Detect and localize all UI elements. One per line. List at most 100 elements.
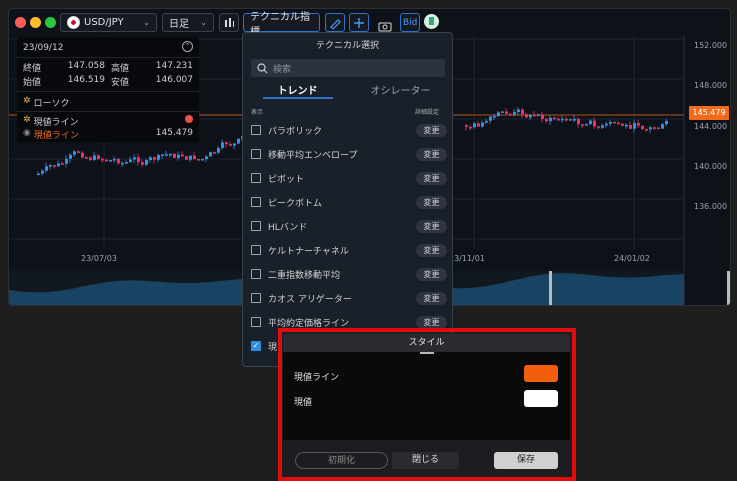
candle[interactable] — [561, 118, 564, 121]
candle[interactable] — [625, 124, 628, 127]
indicator-checkbox[interactable] — [251, 245, 261, 255]
candle[interactable] — [197, 159, 200, 161]
candle[interactable] — [177, 154, 180, 158]
candle[interactable] — [661, 124, 664, 129]
candle[interactable] — [69, 154, 72, 159]
candle[interactable] — [233, 143, 236, 146]
candle[interactable] — [597, 126, 600, 128]
search-input[interactable]: 検索 — [251, 59, 445, 77]
currency-pair-select[interactable]: USD/JPY ⌄ — [60, 13, 157, 32]
candle[interactable] — [161, 154, 164, 156]
candle[interactable] — [169, 153, 172, 156]
candle[interactable] — [581, 124, 584, 126]
minimize-window-icon[interactable] — [30, 17, 41, 28]
candle[interactable] — [469, 126, 472, 129]
candle[interactable] — [213, 152, 216, 154]
change-settings-button[interactable]: 変更 — [416, 171, 447, 185]
change-settings-button[interactable]: 変更 — [416, 219, 447, 233]
candle[interactable] — [205, 156, 208, 160]
candle[interactable] — [629, 124, 632, 129]
candle[interactable] — [593, 120, 596, 127]
candle[interactable] — [601, 125, 604, 128]
candle[interactable] — [545, 118, 548, 122]
candle[interactable] — [165, 154, 168, 156]
candle[interactable] — [221, 142, 224, 149]
candle[interactable] — [237, 138, 240, 144]
candle[interactable] — [541, 114, 544, 119]
indicator-checkbox[interactable] — [251, 125, 261, 135]
indicator-checkbox[interactable]: ✓ — [251, 341, 261, 351]
candle[interactable] — [505, 111, 508, 114]
indicator-item[interactable]: ピボット 変更 — [251, 167, 447, 189]
maximize-window-icon[interactable] — [45, 17, 56, 28]
candle[interactable] — [501, 111, 504, 113]
close-button[interactable]: 閉じる — [392, 452, 459, 469]
indicator-checkbox[interactable] — [251, 293, 261, 303]
candle[interactable] — [465, 125, 468, 127]
indicator-checkbox[interactable] — [251, 173, 261, 183]
candle[interactable] — [653, 127, 656, 129]
candle[interactable] — [513, 112, 516, 115]
technical-indicator-button[interactable]: テクニカル指標 — [243, 12, 320, 38]
indicator-item[interactable]: 二重指数移動平均 変更 — [251, 263, 447, 285]
indicator-checkbox[interactable] — [251, 149, 261, 159]
candle[interactable] — [585, 124, 588, 126]
current-line-row[interactable]: ✲ 現値ライン — [23, 115, 193, 128]
candle[interactable] — [153, 157, 156, 160]
candle[interactable] — [617, 122, 620, 125]
candle[interactable] — [609, 121, 612, 124]
candle[interactable] — [509, 113, 512, 116]
change-settings-button[interactable]: 変更 — [416, 123, 447, 137]
indicator-item[interactable]: HLバンド 変更 — [251, 215, 447, 237]
candle[interactable] — [493, 116, 496, 118]
current-line-color-swatch[interactable] — [524, 365, 558, 382]
candle[interactable] — [569, 119, 572, 121]
candle[interactable] — [145, 160, 148, 165]
change-settings-button[interactable]: 変更 — [416, 147, 447, 161]
candle[interactable] — [605, 123, 608, 126]
candle[interactable] — [637, 122, 640, 126]
eye-icon[interactable]: ◉ — [23, 128, 31, 141]
candle[interactable] — [61, 163, 64, 165]
candle[interactable] — [85, 157, 88, 159]
range-handle-left[interactable] — [549, 271, 552, 306]
candle[interactable] — [129, 159, 132, 163]
candle[interactable] — [573, 118, 576, 121]
change-settings-button[interactable]: 変更 — [416, 267, 447, 281]
candle[interactable] — [49, 165, 52, 167]
candle[interactable] — [657, 127, 660, 129]
candle[interactable] — [217, 148, 220, 153]
share-button[interactable] — [424, 14, 439, 29]
candle[interactable] — [149, 157, 152, 161]
change-settings-button[interactable]: 変更 — [416, 315, 447, 329]
candle[interactable] — [105, 159, 108, 162]
drag-handle[interactable] — [420, 352, 434, 354]
candle[interactable] — [649, 127, 652, 130]
candle[interactable] — [57, 163, 60, 167]
candle-settings-button[interactable] — [219, 13, 239, 32]
candle[interactable] — [97, 155, 100, 159]
close-window-icon[interactable] — [15, 17, 26, 28]
candle[interactable] — [553, 117, 556, 120]
save-button[interactable]: 保存 — [494, 452, 558, 469]
candle[interactable] — [537, 114, 540, 117]
candle[interactable] — [173, 153, 176, 158]
candle[interactable] — [665, 120, 668, 125]
tab-trend[interactable]: トレンド — [245, 82, 350, 97]
change-settings-button[interactable]: 変更 — [416, 291, 447, 305]
indicator-item[interactable]: パラボリック 変更 — [251, 119, 447, 141]
indicator-item[interactable]: ピークボトム 変更 — [251, 191, 447, 213]
candle[interactable] — [93, 155, 96, 160]
candle[interactable] — [65, 158, 68, 164]
candle[interactable] — [137, 157, 140, 163]
candle[interactable] — [613, 121, 616, 124]
candle[interactable] — [125, 162, 128, 164]
candle[interactable] — [193, 155, 196, 160]
candle[interactable] — [557, 119, 560, 121]
indicator-checkbox[interactable] — [251, 221, 261, 231]
candle[interactable] — [473, 123, 476, 128]
candle[interactable] — [141, 162, 144, 165]
remove-indicator-icon[interactable] — [185, 115, 193, 123]
candle[interactable] — [109, 160, 112, 162]
candle[interactable] — [117, 158, 120, 164]
